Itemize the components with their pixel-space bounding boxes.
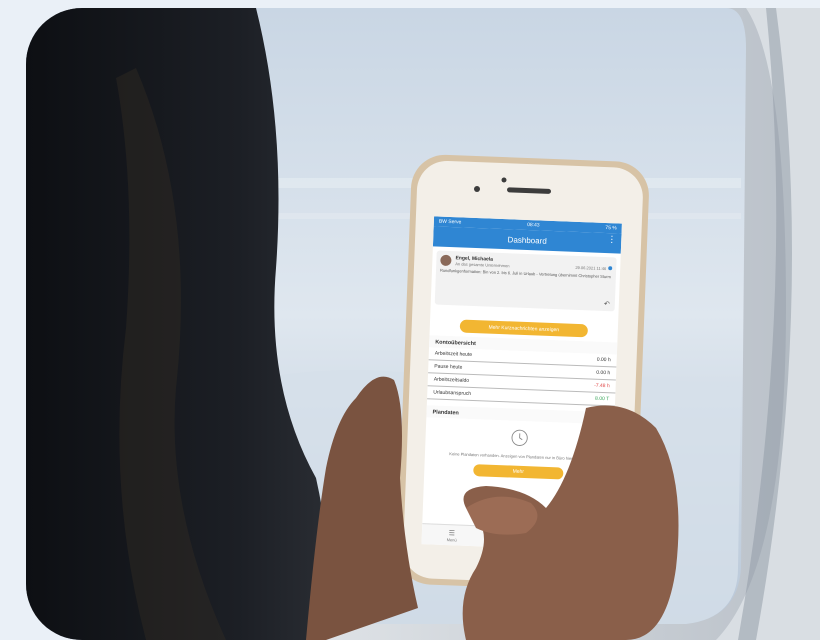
tab-menu[interactable]: ☰ Menü	[447, 529, 458, 542]
status-carrier: BW Serve	[438, 218, 462, 226]
tab-settings[interactable]: ⚙ Einstellungen	[561, 533, 586, 547]
account-row-label: Urlaubsanspruch	[433, 389, 472, 397]
tab-label: Einstellungen	[560, 540, 585, 547]
account-row-value: 8.00 T	[594, 395, 610, 403]
plan-empty-text: Keine Plandaten vorhanden. Anzeigen von …	[449, 451, 589, 462]
account-row-value: -7.48 h	[593, 382, 610, 390]
account-row-label: Arbeitszeit heute	[434, 350, 473, 358]
tab-home[interactable]: ■	[507, 534, 511, 541]
plan-area: Keine Plandaten vorhanden. Anzeigen von …	[424, 417, 614, 481]
account-row-value: 0.00 h	[596, 356, 611, 364]
more-messages-button[interactable]: Mehr Kurznachrichten anzeigen	[459, 319, 589, 338]
status-battery: 75 %	[605, 224, 617, 232]
photo: BW Serve 08:43 75 % Dashboard ⋮ Engel, M…	[26, 8, 820, 640]
account-overview: Arbeitszeit heute 0.00 h Pause heute 0.0…	[427, 347, 617, 407]
photo-background	[26, 8, 820, 640]
plan-more-button[interactable]: Mehr	[473, 464, 564, 480]
message-card[interactable]: Engel, Michaela An das gesamte Unternehm…	[434, 250, 617, 312]
home-icon: ■	[506, 533, 512, 542]
reply-icon[interactable]: ↶	[604, 300, 610, 308]
tab-label: Menü	[446, 536, 457, 542]
status-time: 08:43	[526, 221, 540, 229]
account-row-value: 0.00 h	[596, 369, 611, 377]
account-row-label: Arbeitszeitsaldo	[433, 376, 470, 384]
page-title: Dashboard	[507, 234, 547, 246]
phone-screen: BW Serve 08:43 75 % Dashboard ⋮ Engel, M…	[421, 216, 622, 552]
clock-icon	[511, 429, 528, 446]
account-row-label: Pause heute	[434, 363, 463, 371]
more-options-icon[interactable]: ⋮	[607, 234, 616, 244]
